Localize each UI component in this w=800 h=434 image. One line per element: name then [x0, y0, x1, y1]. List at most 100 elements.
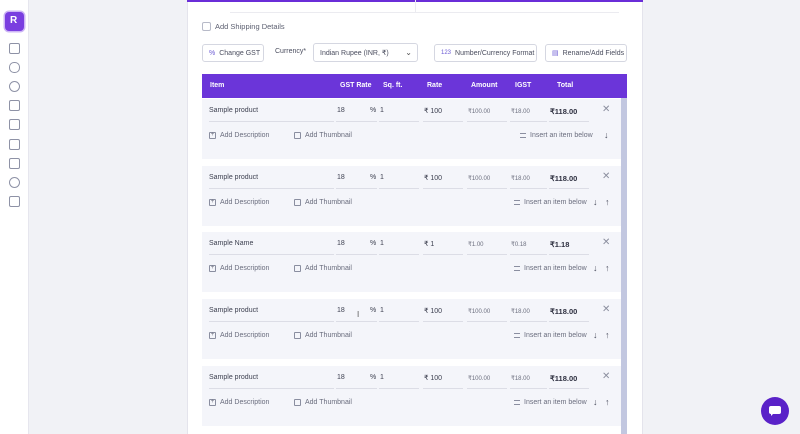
close-icon[interactable]: ✕ [602, 104, 610, 115]
gst-rate-input[interactable]: 18 [337, 307, 345, 314]
add-description-button[interactable]: + Add Description [209, 265, 269, 272]
add-thumbnail-button[interactable]: Add Thumbnail [294, 332, 352, 339]
currency-label: Currency* [275, 48, 307, 55]
item-name-input[interactable]: Sample product [209, 107, 258, 114]
document-icon[interactable] [9, 119, 20, 130]
percent-sign: % [370, 374, 377, 381]
rename-fields-button[interactable]: ▤ Rename/Add Fields [545, 44, 627, 62]
insert-item-below-button[interactable]: Insert an item below [514, 399, 587, 406]
app-logo[interactable]: R [5, 12, 24, 31]
insert-icon [514, 200, 520, 205]
left-sidebar: R [0, 0, 29, 434]
item-name-input[interactable]: Sample product [209, 174, 258, 181]
insert-icon [520, 133, 526, 138]
close-icon[interactable]: ✕ [602, 171, 610, 182]
add-description-button[interactable]: + Add Description [209, 132, 269, 139]
shipping-checkbox[interactable] [202, 22, 211, 31]
file-icon[interactable] [9, 139, 20, 150]
quantity-input[interactable]: 1 [380, 374, 384, 381]
divider [230, 12, 619, 13]
total-value: ₹118.00 [550, 174, 578, 183]
gst-rate-input[interactable]: 18 [337, 374, 345, 381]
divider [379, 321, 419, 322]
divider [423, 121, 463, 122]
insert-item-below-button[interactable]: Insert an item below [514, 265, 587, 272]
add-thumbnail-button[interactable]: Add Thumbnail [294, 265, 352, 272]
add-description-button[interactable]: + Add Description [209, 399, 269, 406]
rate-input[interactable]: ₹ 100 [424, 107, 442, 115]
move-up-icon[interactable]: ↑ [605, 197, 610, 207]
item-name-input[interactable]: Sample product [209, 374, 258, 381]
divider [510, 388, 547, 389]
add-description-button[interactable]: + Add Description [209, 199, 269, 206]
bank-icon[interactable] [9, 158, 20, 169]
amount-value: ₹100.00 [468, 309, 491, 315]
divider [549, 188, 589, 189]
currency-select[interactable]: Indian Rupee (INR, ₹) ⌄ [313, 43, 418, 62]
total-value: ₹1.18 [550, 240, 570, 249]
plus-icon: + [209, 332, 216, 339]
list-icon[interactable] [9, 43, 20, 54]
move-down-icon[interactable]: ↓ [604, 130, 609, 140]
image-icon [294, 399, 301, 406]
divider [549, 388, 589, 389]
close-icon[interactable]: ✕ [602, 304, 610, 315]
divider [336, 321, 377, 322]
item-name-input[interactable]: Sample product [209, 307, 258, 314]
quantity-input[interactable]: 1 [380, 174, 384, 181]
rate-input[interactable]: ₹ 100 [424, 374, 442, 382]
move-up-icon[interactable]: ↑ [605, 330, 610, 340]
move-down-icon[interactable]: ↓ [593, 397, 598, 407]
add-description-button[interactable]: + Add Description [209, 332, 269, 339]
table-scrollbar[interactable] [621, 98, 627, 434]
user-icon[interactable] [9, 81, 20, 92]
insert-item-below-button[interactable]: Insert an item below [514, 199, 587, 206]
close-icon[interactable]: ✕ [602, 371, 610, 382]
item-name-input[interactable]: Sample Name [209, 240, 253, 247]
move-down-icon[interactable]: ↓ [593, 263, 598, 273]
rate-input[interactable]: ₹ 1 [424, 240, 434, 248]
add-thumbnail-button[interactable]: Add Thumbnail [294, 399, 352, 406]
gst-rate-input[interactable]: 18 [337, 174, 345, 181]
insert-item-below-button[interactable]: Insert an item below [514, 332, 587, 339]
divider [549, 254, 589, 255]
divider [510, 254, 547, 255]
gst-rate-input[interactable]: 18 [337, 240, 345, 247]
add-thumbnail-button[interactable]: Add Thumbnail [294, 132, 352, 139]
igst-value: ₹18.00 [511, 309, 530, 315]
gst-rate-input[interactable]: 18 [337, 107, 345, 114]
move-down-icon[interactable]: ↓ [593, 330, 598, 340]
change-gst-button[interactable]: % Change GST [202, 44, 264, 62]
table-row: Sample Name 18 % 1 ₹ 1 ₹1.00 ₹0.18 ₹1.18… [202, 232, 621, 292]
move-up-icon[interactable]: ↑ [605, 397, 610, 407]
percent-sign: % [370, 307, 377, 314]
receipt-icon[interactable] [9, 196, 20, 207]
divider [467, 254, 507, 255]
quantity-input[interactable]: 1 [380, 107, 384, 114]
number-format-button[interactable]: 123 Number/Currency Format [434, 44, 537, 62]
amount-value: ₹100.00 [468, 109, 491, 115]
plus-icon: + [209, 265, 216, 272]
image-icon [294, 332, 301, 339]
move-up-icon[interactable]: ↑ [605, 263, 610, 273]
percent-sign: % [370, 174, 377, 181]
chat-widget-button[interactable] [761, 397, 789, 425]
divider [415, 0, 416, 12]
add-thumbnail-button[interactable]: Add Thumbnail [294, 199, 352, 206]
rate-input[interactable]: ₹ 100 [424, 174, 442, 182]
igst-value: ₹18.00 [511, 109, 530, 115]
cloud-icon[interactable] [9, 62, 20, 73]
divider [467, 188, 507, 189]
insert-icon [514, 400, 520, 405]
insert-item-below-button[interactable]: Insert an item below [520, 132, 593, 139]
close-icon[interactable]: ✕ [602, 237, 610, 248]
percent-sign: % [370, 240, 377, 247]
box-icon[interactable] [9, 100, 20, 111]
rate-input[interactable]: ₹ 100 [424, 307, 442, 315]
move-down-icon[interactable]: ↓ [593, 197, 598, 207]
gear-icon[interactable] [9, 177, 20, 188]
quantity-input[interactable]: 1 [380, 240, 384, 247]
amount-value: ₹1.00 [468, 242, 484, 248]
table-row: Sample product 18 % 1 ₹ 100 ₹100.00 ₹18.… [202, 99, 621, 159]
quantity-input[interactable]: 1 [380, 307, 384, 314]
